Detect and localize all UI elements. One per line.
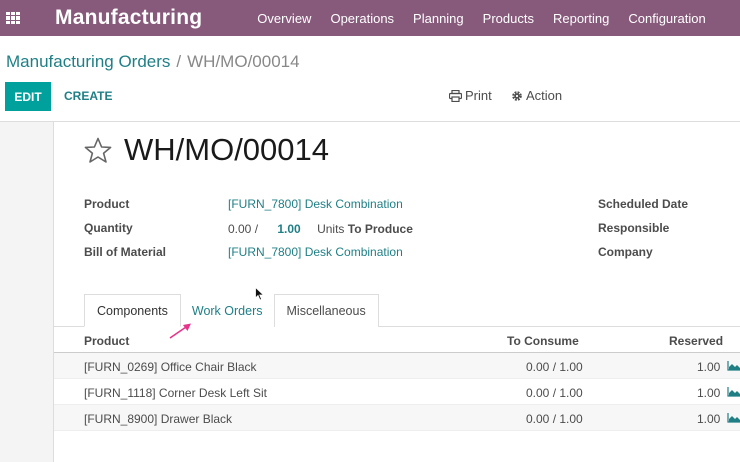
menu-reporting[interactable]: Reporting (553, 11, 609, 26)
star-outline-icon[interactable] (84, 137, 112, 164)
mouse-cursor-icon (255, 287, 265, 301)
form-sheet: WH/MO/00014 Product [FURN_7800] Desk Com… (53, 122, 740, 462)
tab-miscellaneous[interactable]: Miscellaneous (273, 294, 379, 327)
scheduled-date-label: Scheduled Date (598, 197, 689, 211)
print-button[interactable]: Print (449, 88, 492, 103)
menu-products[interactable]: Products (483, 11, 534, 26)
col-reserved[interactable]: Reserved (669, 334, 723, 348)
area-chart-icon[interactable] (727, 413, 740, 423)
create-button[interactable]: CREATE (64, 89, 112, 103)
record-title-row: WH/MO/00014 (84, 132, 329, 168)
breadcrumb-parent[interactable]: Manufacturing Orders (6, 52, 170, 71)
quantity-field: 0.00 / 1.00 Units To Produce (228, 222, 413, 236)
menu-overview[interactable]: Overview (257, 11, 311, 26)
table-header: Product To Consume Reserved (54, 327, 740, 353)
printer-icon (449, 89, 462, 102)
menu-operations[interactable]: Operations (330, 11, 394, 26)
company-label: Company (598, 245, 653, 259)
row-to-consume: 0.00 / 1.00 (526, 386, 583, 400)
bom-field[interactable]: [FURN_7800] Desk Combination (228, 245, 403, 259)
quantity-unit[interactable]: Units (317, 222, 344, 236)
area-chart-icon[interactable] (727, 361, 740, 371)
breadcrumb: Manufacturing Orders / WH/MO/00014 (6, 52, 300, 72)
notebook-tabs: Components Work Orders Miscellaneous (84, 294, 379, 327)
quantity-input[interactable]: 1.00 (277, 222, 300, 236)
menu-planning[interactable]: Planning (413, 11, 464, 26)
quantity-suffix: To Produce (347, 222, 413, 236)
quantity-produced: 0.00 / (228, 222, 259, 236)
row-to-consume: 0.00 / 1.00 (526, 360, 583, 374)
col-product[interactable]: Product (84, 334, 129, 348)
app-name[interactable]: Manufacturing (55, 6, 202, 30)
breadcrumb-separator: / (176, 52, 182, 71)
action-button[interactable]: Action (511, 88, 562, 103)
row-product: [FURN_0269] Office Chair Black (84, 360, 257, 374)
area-chart-icon[interactable] (727, 387, 740, 397)
row-reserved: 1.00 (697, 412, 721, 426)
main-menu: Overview Operations Planning Products Re… (257, 11, 724, 26)
bom-label: Bill of Material (84, 245, 167, 259)
row-reserved: 1.00 (697, 360, 721, 374)
table-row[interactable]: [FURN_1118] Corner Desk Left Sit 0.00 / … (54, 379, 740, 405)
edit-button[interactable]: EDIT (5, 82, 51, 111)
row-to-consume: 0.00 / 1.00 (526, 412, 583, 426)
control-panel: Manufacturing Orders / WH/MO/00014 EDIT CR… (0, 36, 740, 122)
breadcrumb-current: WH/MO/00014 (187, 52, 300, 71)
row-product: [FURN_8900] Drawer Black (84, 412, 233, 426)
table-row[interactable]: [FURN_0269] Office Chair Black 0.00 / 1.… (54, 353, 740, 379)
product-label: Product (84, 197, 130, 211)
col-to-consume[interactable]: To Consume (507, 334, 579, 348)
responsible-label: Responsible (598, 221, 670, 235)
menu-configuration[interactable]: Configuration (628, 11, 705, 26)
print-label: Print (465, 88, 492, 103)
record-title: WH/MO/00014 (124, 132, 330, 167)
gear-icon (512, 90, 522, 101)
product-field[interactable]: [FURN_7800] Desk Combination (228, 197, 403, 211)
quantity-label: Quantity (84, 221, 133, 235)
action-label: Action (526, 88, 563, 103)
tab-components[interactable]: Components (84, 294, 181, 327)
row-reserved: 1.00 (697, 386, 721, 400)
table-row[interactable]: [FURN_8900] Drawer Black 0.00 / 1.00 1.0… (54, 405, 740, 431)
top-navbar: Manufacturing Overview Operations Planni… (0, 0, 740, 36)
apps-grid-icon[interactable] (6, 12, 20, 24)
row-product: [FURN_1118] Corner Desk Left Sit (84, 386, 267, 400)
